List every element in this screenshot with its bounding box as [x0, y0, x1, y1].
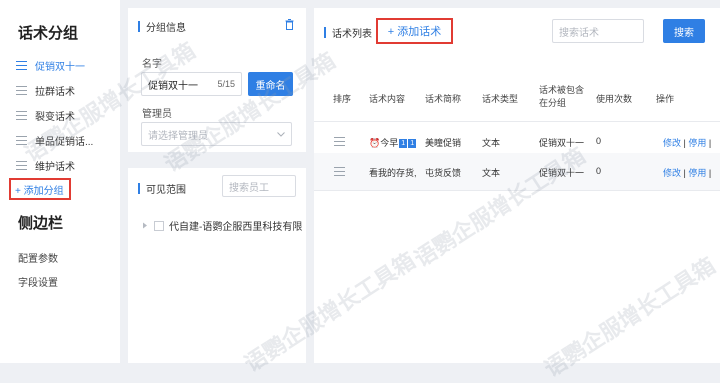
char-count: 5/15	[217, 79, 235, 89]
col-abbr: 话术简称	[425, 94, 462, 104]
col-uses: 使用次数	[596, 94, 633, 104]
drag-handle-icon[interactable]	[16, 161, 27, 170]
visibility-title: 可见范围	[138, 181, 186, 196]
name-label: 名字	[142, 59, 162, 70]
group-section-title: 话术分组	[18, 25, 79, 42]
drag-handle-icon[interactable]	[16, 136, 27, 145]
group-name-input[interactable]: 促销双十一 5/15	[141, 72, 242, 96]
group-item-single-promo[interactable]: 单品促销话...	[16, 133, 93, 148]
caret-right-icon[interactable]	[142, 222, 148, 229]
row-uses: 0	[596, 166, 602, 176]
group-info-panel: 分组信息 名字 促销双十一 5/15 重命名 管理员 请选择管理员	[128, 8, 306, 152]
field-settings-link[interactable]: 字段设置	[18, 274, 58, 289]
disable-link[interactable]: 停用	[688, 168, 706, 178]
edit-link[interactable]: 修改	[663, 138, 681, 148]
visibility-panel: 可见范围 搜索员工 代自建-语鹦企服西里科技有限	[128, 168, 306, 363]
tree-item-label: 代自建-语鹦企服西里科技有限	[169, 222, 303, 233]
add-script-button[interactable]: + 添加话术	[376, 18, 453, 44]
table-header: 排序 话术内容 话术简称 话术类型 话术被包含 在分组 使用次数 操作	[314, 78, 720, 122]
admin-label: 管理员	[142, 109, 172, 120]
script-search-placeholder: 搜索话术	[559, 27, 599, 39]
row-type: 文本	[482, 138, 501, 148]
group-item-fission[interactable]: 裂变话术	[16, 108, 75, 123]
tree-checkbox[interactable]	[154, 220, 164, 231]
search-button[interactable]: 搜索	[663, 19, 705, 43]
drag-handle-icon[interactable]	[16, 61, 27, 70]
group-info-title: 分组信息	[138, 19, 186, 34]
col-content: 话术内容	[369, 94, 406, 104]
row-drag-icon[interactable]	[334, 137, 345, 146]
script-list-title: 话术列表	[324, 25, 372, 40]
drag-handle-icon[interactable]	[16, 86, 27, 95]
employee-search-placeholder: 搜索员工	[229, 182, 269, 194]
admin-select[interactable]: 请选择管理员	[141, 122, 292, 146]
row-ops: 修改 | 停用 |	[663, 138, 712, 148]
group-sidebar: 话术分组 促销双十一 拉群话术 裂变话术 单品促销话... 维护话术 + 添加分…	[0, 0, 120, 363]
table-row: 看我的存货, 屯货反馈 文本 促销双十一 0 修改 | 停用 |	[314, 153, 720, 191]
emoji-icon: 1	[408, 139, 417, 149]
row-content: 看我的存货,	[369, 168, 417, 178]
sidebar-section-title: 侧边栏	[18, 215, 64, 232]
group-item-maintenance[interactable]: 维护话术	[16, 158, 75, 173]
tree-item-org[interactable]: 代自建-语鹦企服西里科技有限	[142, 218, 302, 233]
col-sort: 排序	[333, 94, 352, 104]
chevron-down-icon	[277, 131, 285, 137]
emoji-icon: 1	[399, 139, 408, 149]
edit-link[interactable]: 修改	[663, 168, 681, 178]
row-abbr: 屯货反馈	[425, 168, 462, 178]
group-item-label: 拉群话术	[35, 87, 75, 98]
col-group-line2: 在分组	[539, 98, 567, 108]
rename-button[interactable]: 重命名	[248, 72, 293, 96]
group-item-label: 单品促销话...	[35, 137, 94, 148]
col-group-line1: 话术被包含	[539, 85, 585, 95]
row-ops: 修改 | 停用 |	[663, 168, 712, 178]
alarm-clock-icon: ⏰	[369, 138, 381, 148]
employee-search-input[interactable]: 搜索员工	[222, 175, 296, 197]
add-group-button[interactable]: + 添加分组	[9, 178, 71, 200]
drag-handle-icon[interactable]	[16, 111, 27, 120]
row-type: 文本	[482, 168, 501, 178]
col-ops: 操作	[656, 94, 675, 104]
group-item-label: 维护话术	[35, 162, 75, 173]
row-drag-icon[interactable]	[334, 167, 345, 176]
row-group: 促销双十一	[539, 168, 585, 178]
admin-placeholder: 请选择管理员	[148, 130, 208, 142]
disable-link[interactable]: 停用	[688, 138, 706, 148]
group-name-value: 促销双十一	[148, 80, 198, 92]
row-group: 促销双十一	[539, 138, 585, 148]
group-item-pull-group[interactable]: 拉群话术	[16, 83, 75, 98]
row-uses: 0	[596, 136, 602, 146]
group-item-label: 促销双十一	[35, 62, 85, 73]
script-search-input[interactable]: 搜索话术	[552, 19, 644, 43]
group-item-label: 裂变话术	[35, 112, 75, 123]
row-content: ⏰今早 1 1	[369, 136, 417, 149]
script-list-panel: 话术列表 + 添加话术 搜索话术 搜索 排序 话术内容 话术简称 话术类型 话术…	[314, 8, 720, 363]
group-item-promo-double11[interactable]: 促销双十一	[16, 58, 85, 73]
col-type: 话术类型	[482, 94, 519, 104]
config-params-link[interactable]: 配置参数	[18, 250, 58, 265]
col-group: 话术被包含 在分组	[539, 84, 584, 110]
row-abbr: 美瞳促销	[425, 138, 462, 148]
trash-icon[interactable]	[285, 19, 294, 30]
